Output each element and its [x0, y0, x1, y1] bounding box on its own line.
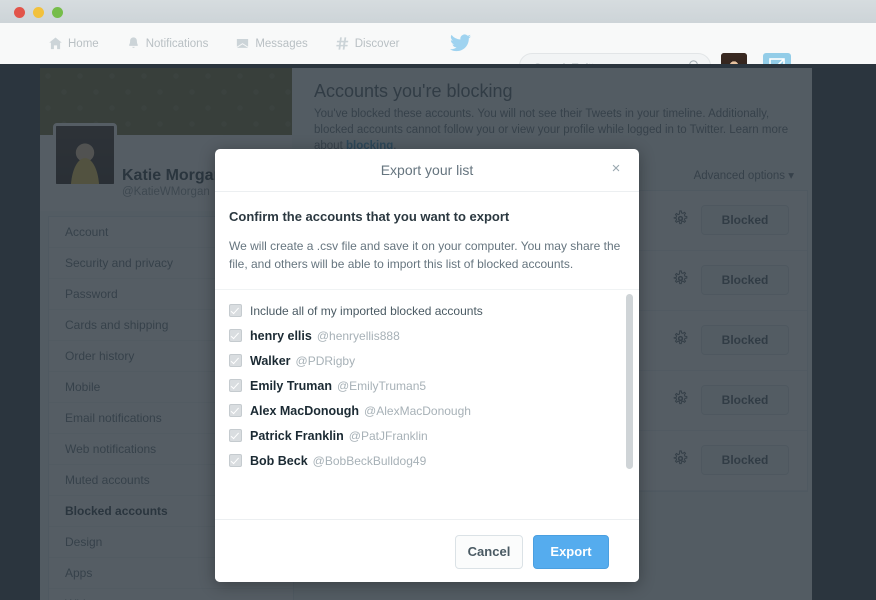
list-item-handle: @PDRigby	[295, 353, 356, 368]
list-item[interactable]: Alex MacDonough @AlexMacDonough	[215, 398, 639, 423]
list-item[interactable]: Walker @PDRigby	[215, 348, 639, 373]
dialog-footer: Cancel Export	[215, 519, 639, 582]
nav-links: Home Notifications Messages Discover	[48, 23, 399, 64]
nav-item-notifications[interactable]: Notifications	[126, 36, 209, 51]
list-item[interactable]: Include all of my imported blocked accou…	[215, 298, 639, 323]
export-accounts-list[interactable]: Include all of my imported blocked accou…	[215, 289, 639, 490]
nav-item-discover[interactable]: Discover	[335, 36, 400, 51]
list-item-name: Walker	[250, 353, 291, 368]
list-item-name: Bob Beck	[250, 453, 308, 468]
checkbox-account[interactable]	[229, 454, 242, 467]
list-item[interactable]: Patrick Franklin @PatJFranklin	[215, 423, 639, 448]
nav-item-home[interactable]: Home	[48, 36, 99, 51]
list-item-handle: @PatJFranklin	[348, 428, 428, 443]
twitter-bird-icon[interactable]	[450, 34, 471, 57]
top-navigation-bar: Home Notifications Messages Discover	[0, 23, 876, 81]
close-icon[interactable]: ×	[606, 159, 626, 179]
window-titlebar	[0, 0, 876, 24]
home-icon	[48, 36, 63, 51]
list-item-handle: @henryellis888	[316, 328, 400, 343]
export-list-dialog: Export your list × Confirm the accounts …	[215, 149, 639, 582]
checkbox-account[interactable]	[229, 429, 242, 442]
checkbox-include-imported[interactable]	[229, 304, 242, 317]
list-item-name: Emily Truman	[250, 378, 332, 393]
page-body: Katie Morgan @KatieWMorgan Account Secur…	[0, 64, 876, 600]
dialog-body-text: We will create a .csv file and save it o…	[229, 239, 621, 271]
list-item-label: Include all of my imported blocked accou…	[250, 303, 483, 318]
checkbox-account[interactable]	[229, 354, 242, 367]
list-item[interactable]: Emily Truman @EmilyTruman5	[215, 373, 639, 398]
window-controls	[14, 7, 63, 18]
bell-icon	[126, 36, 141, 51]
list-item-handle: @BobBeckBulldog49	[312, 453, 427, 468]
hashtag-icon	[335, 36, 350, 51]
list-item-handle: @EmilyTruman5	[336, 378, 427, 393]
minimize-window-button[interactable]	[33, 7, 44, 18]
nav-item-discover-label: Discover	[354, 37, 400, 50]
zoom-window-button[interactable]	[52, 7, 63, 18]
list-item[interactable]: Bob Beck @BobBeckBulldog49	[215, 448, 639, 473]
envelope-icon	[235, 36, 250, 51]
list-item-handle: @AlexMacDonough	[364, 403, 471, 418]
nav-item-messages[interactable]: Messages	[235, 36, 308, 51]
dialog-subtitle: Confirm the accounts that you want to ex…	[229, 209, 510, 224]
list-item-name: Patrick Franklin	[250, 428, 344, 443]
list-item-name: henry ellis	[250, 328, 312, 343]
export-button[interactable]: Export	[533, 535, 609, 569]
cancel-button[interactable]: Cancel	[455, 535, 523, 569]
dialog-header: Export your list ×	[215, 149, 639, 192]
nav-item-home-label: Home	[68, 37, 99, 50]
close-window-button[interactable]	[14, 7, 25, 18]
checkbox-account[interactable]	[229, 379, 242, 392]
checkbox-account[interactable]	[229, 404, 242, 417]
scrollbar-thumb[interactable]	[626, 294, 633, 469]
checkbox-account[interactable]	[229, 329, 242, 342]
scrollbar[interactable]	[626, 290, 633, 490]
dialog-title: Export your list	[380, 162, 474, 178]
list-item-name: Alex MacDonough	[250, 403, 360, 418]
list-item[interactable]: henry ellis @henryellis888	[215, 323, 639, 348]
nav-item-messages-label: Messages	[255, 37, 308, 50]
nav-item-notifications-label: Notifications	[145, 37, 209, 50]
application-window: Home Notifications Messages Discover Sea…	[0, 0, 876, 600]
